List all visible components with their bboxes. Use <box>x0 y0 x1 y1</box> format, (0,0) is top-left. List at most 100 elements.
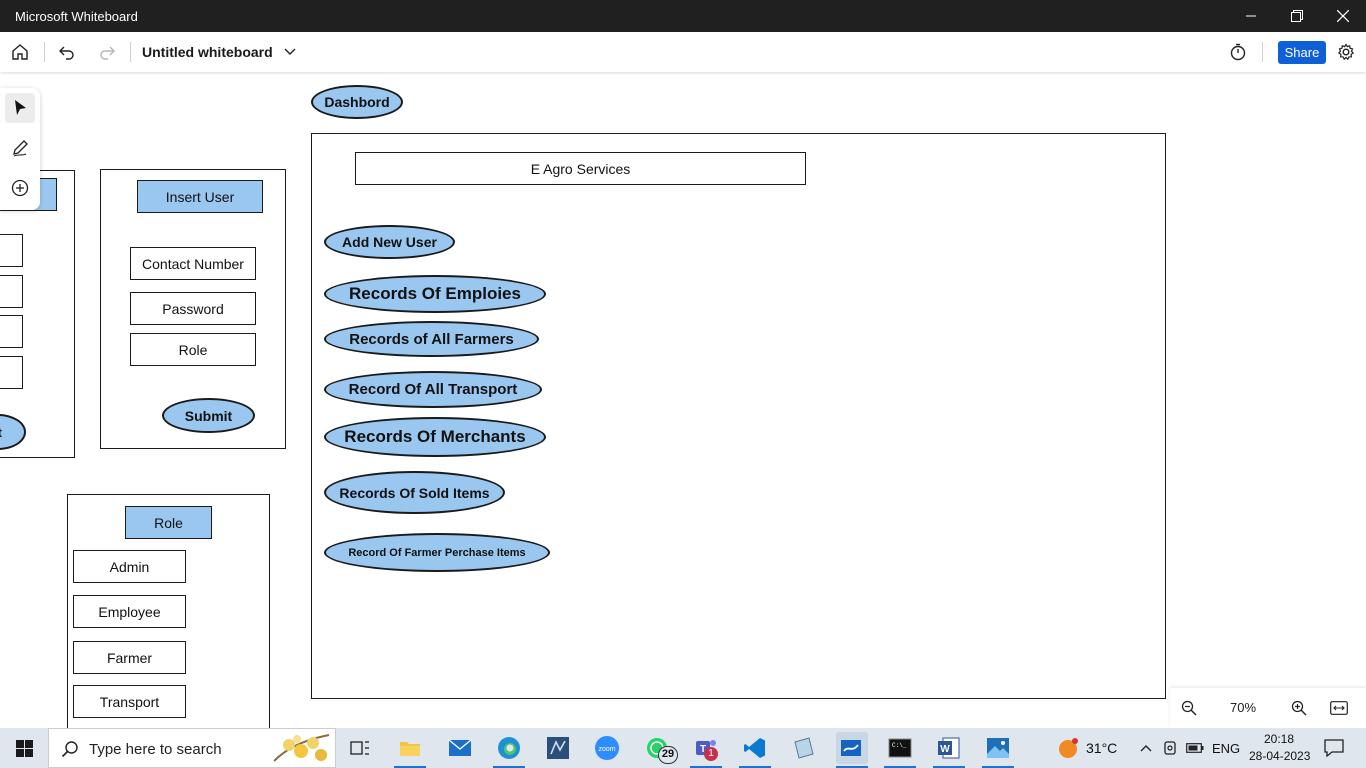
partial-form-field[interactable] <box>0 275 23 308</box>
records-sold-items-button[interactable]: Records Of Sold Items <box>324 471 505 514</box>
app-title-box[interactable]: E Agro Services <box>355 152 806 185</box>
zoom-in-button[interactable] <box>1287 696 1311 720</box>
zoom-out-button[interactable] <box>1177 696 1201 720</box>
zoom-in-icon <box>1291 700 1307 716</box>
clock-time[interactable]: 20:18 <box>1264 732 1294 746</box>
mail-icon <box>448 739 472 756</box>
redo-button[interactable] <box>95 40 119 64</box>
sql-server-app[interactable] <box>542 732 574 764</box>
zoom-meeting-icon: zoom <box>595 736 619 760</box>
search-icon <box>61 741 78 758</box>
folder-icon <box>400 742 420 756</box>
insert-user-header[interactable]: Insert User <box>137 180 263 213</box>
language-indicator[interactable]: ENG <box>1212 741 1240 756</box>
add-content-tool[interactable] <box>5 173 35 203</box>
cursor-icon <box>15 100 26 115</box>
vscode-app[interactable] <box>739 732 771 764</box>
svg-text:C:\_: C:\_ <box>892 742 907 749</box>
windows-logo-icon <box>15 739 33 757</box>
battery-button[interactable] <box>1184 732 1206 764</box>
partial-form-frame[interactable] <box>0 170 75 458</box>
toolbar-divider <box>130 42 131 62</box>
role-header[interactable]: Role <box>125 506 212 539</box>
settings-button[interactable] <box>1334 40 1358 64</box>
contact-number-field[interactable]: Contact Number <box>130 247 256 280</box>
minimize-icon <box>1246 15 1256 17</box>
share-button[interactable]: Share <box>1278 41 1326 64</box>
edge-browser-app[interactable] <box>493 732 525 764</box>
pen-tool[interactable] <box>5 133 35 163</box>
redo-icon <box>100 46 115 60</box>
whiteboard-app[interactable] <box>836 732 868 764</box>
add-new-user-button[interactable]: Add New User <box>324 225 455 259</box>
dashboard-frame[interactable] <box>311 133 1166 699</box>
restore-button[interactable] <box>1274 0 1320 32</box>
close-button[interactable] <box>1320 0 1366 32</box>
undo-icon <box>59 46 74 60</box>
partial-form-field[interactable] <box>0 234 23 267</box>
partial-form-field[interactable] <box>0 356 23 389</box>
records-merchants-button[interactable]: Records Of Merchants <box>324 417 546 457</box>
notification-center-button[interactable] <box>1318 732 1350 764</box>
sticky-notes-app[interactable] <box>788 732 820 764</box>
zoom-controls: 70% <box>1170 688 1366 728</box>
records-farmer-purchase-button[interactable]: Record Of Farmer Perchase Items <box>324 533 550 572</box>
chevron-up-icon <box>1140 745 1152 752</box>
select-tool[interactable] <box>5 93 35 123</box>
search-highlight-icon <box>273 734 330 762</box>
word-app[interactable]: W <box>933 732 965 764</box>
role-option-employee[interactable]: Employee <box>73 595 186 628</box>
chevron-down-icon <box>284 48 296 55</box>
show-hidden-icons-button[interactable] <box>1136 732 1156 764</box>
minimize-button[interactable] <box>1228 0 1274 32</box>
toolbar-divider <box>44 42 45 62</box>
file-explorer-app[interactable] <box>394 732 426 764</box>
device-tray-button[interactable] <box>1160 732 1180 764</box>
records-employees-button[interactable]: Records Of Emploies <box>324 275 546 313</box>
device-icon <box>1164 741 1176 755</box>
role-option-transport[interactable]: Transport <box>73 685 186 718</box>
start-button[interactable] <box>8 732 40 764</box>
undo-button[interactable] <box>55 40 79 64</box>
password-field[interactable]: Password <box>130 292 256 325</box>
role-field[interactable]: Role <box>130 333 256 366</box>
whiteboard-icon <box>841 740 861 756</box>
home-icon <box>12 44 28 60</box>
home-button[interactable] <box>8 40 32 64</box>
taskbar-search-box[interactable]: Type here to search <box>48 728 336 768</box>
photos-icon <box>987 738 1009 758</box>
terminal-icon: C:\_ <box>888 738 912 758</box>
board-name[interactable]: Untitled whiteboard <box>142 44 273 60</box>
dashboard-label[interactable]: Dashbord <box>311 85 403 119</box>
vscode-icon <box>744 738 765 758</box>
window-title: Microsoft Whiteboard <box>15 9 138 24</box>
fit-to-screen-button[interactable] <box>1327 696 1351 720</box>
zoom-level: 70% <box>1230 700 1257 715</box>
windows-taskbar: Type here to search zoom 29 T 1 C:\_ W 3… <box>0 728 1366 768</box>
partial-form-field[interactable] <box>0 315 23 348</box>
word-icon: W <box>938 737 960 759</box>
app-toolbar: Untitled whiteboard Share <box>0 32 1366 72</box>
records-transport-button[interactable]: Record Of All Transport <box>324 371 542 408</box>
timer-icon <box>1230 43 1246 61</box>
role-option-admin[interactable]: Admin <box>73 550 186 583</box>
sun-icon <box>1059 738 1078 758</box>
photos-app[interactable] <box>982 732 1014 764</box>
weather-temperature: 31°C <box>1086 740 1118 756</box>
role-option-farmer[interactable]: Farmer <box>73 641 186 674</box>
search-placeholder: Type here to search <box>89 741 222 758</box>
submit-button[interactable]: Submit <box>162 398 255 433</box>
toolbar-divider <box>1262 42 1263 62</box>
records-farmers-button[interactable]: Records of All Farmers <box>324 321 539 357</box>
timer-button[interactable] <box>1226 40 1250 64</box>
whatsapp-badge: 29 <box>658 746 678 764</box>
terminal-app[interactable]: C:\_ <box>884 732 916 764</box>
clock-date[interactable]: 28-04-2023 <box>1249 749 1310 763</box>
zoom-app[interactable]: zoom <box>591 732 623 764</box>
svg-text:zoom: zoom <box>598 746 615 753</box>
mail-app[interactable] <box>444 732 476 764</box>
task-view-button[interactable] <box>344 732 376 764</box>
fit-width-icon <box>1330 701 1348 715</box>
board-menu-button[interactable] <box>278 40 302 64</box>
weather-widget[interactable] <box>1052 732 1084 764</box>
